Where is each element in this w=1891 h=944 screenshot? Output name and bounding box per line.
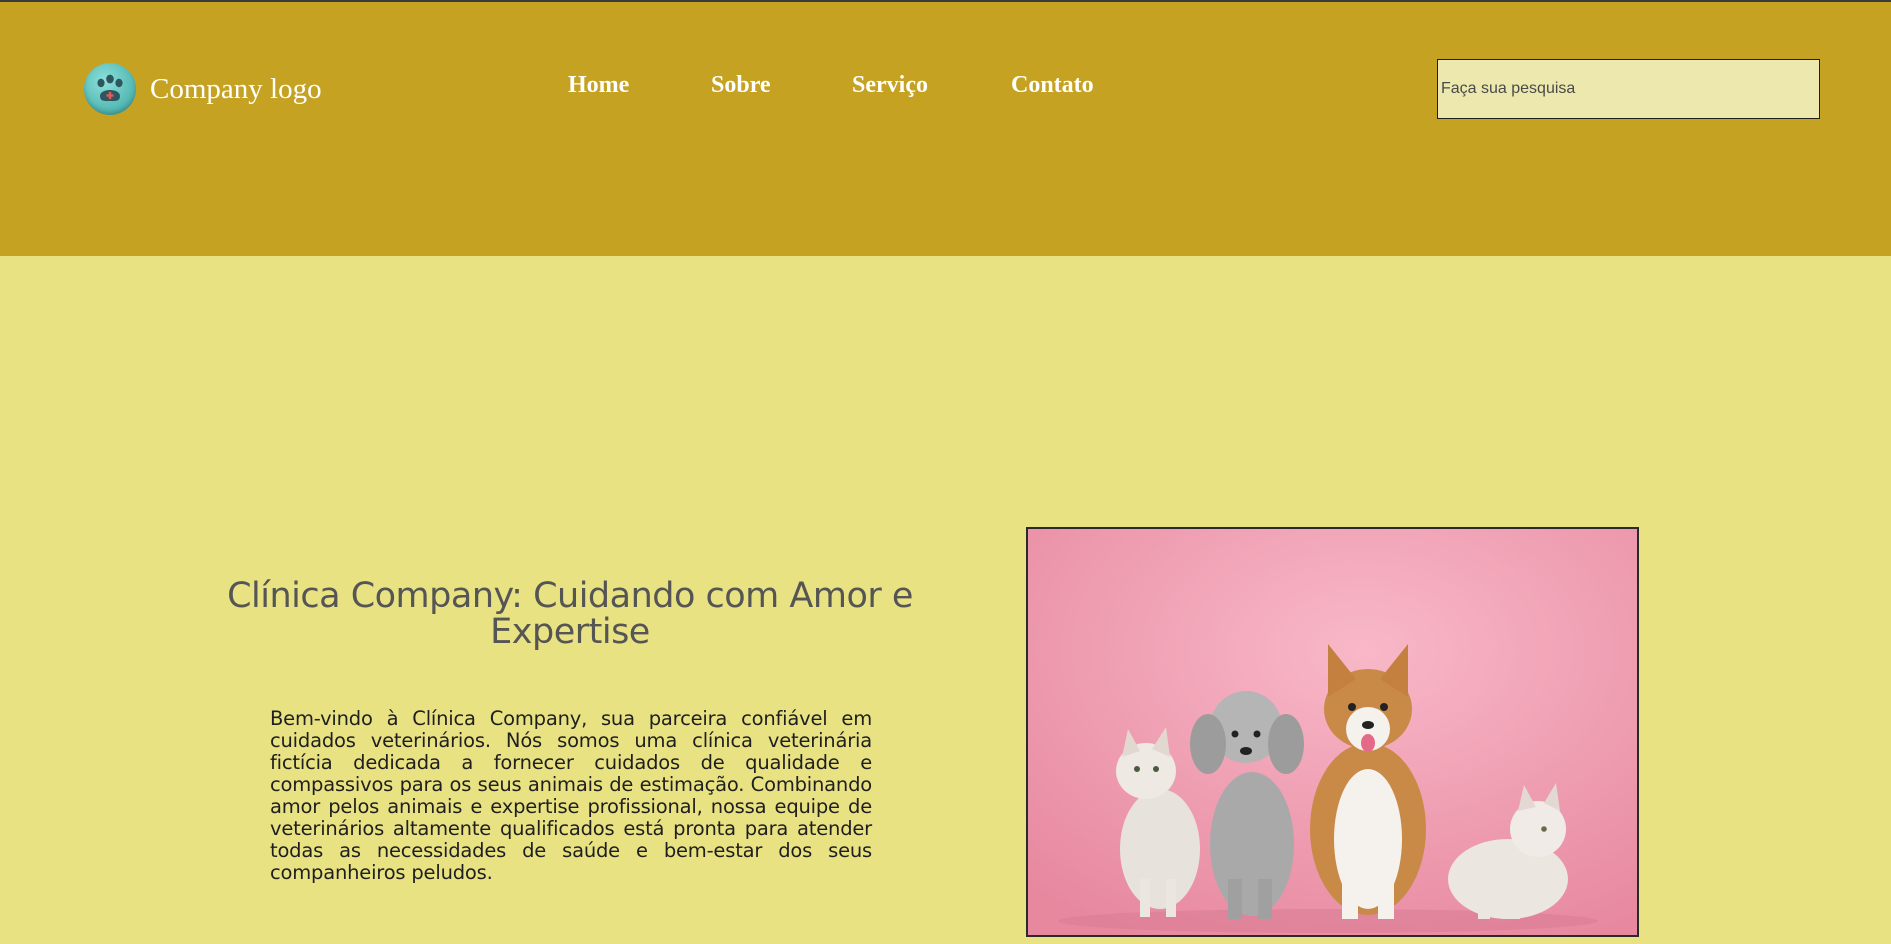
nav-home[interactable]: Home [568, 72, 629, 99]
site-header: Company logo Home Sobre Serviço Contato [0, 0, 1891, 256]
hero-paragraph: Bem-vindo à Clínica Company, sua parceir… [270, 707, 872, 884]
paw-icon [84, 63, 136, 115]
logo-text: Company logo [150, 72, 322, 105]
pets-illustration [1028, 529, 1637, 935]
nav-contato[interactable]: Contato [1011, 72, 1094, 99]
nav-servico[interactable]: Serviço [852, 72, 928, 99]
company-logo[interactable]: Company logo [84, 63, 322, 115]
pets-photo [1026, 527, 1639, 937]
nav-sobre[interactable]: Sobre [711, 72, 771, 99]
search-input[interactable] [1437, 59, 1820, 119]
hero-title: Clínica Company: Cuidando com Amor e Exp… [227, 576, 913, 652]
